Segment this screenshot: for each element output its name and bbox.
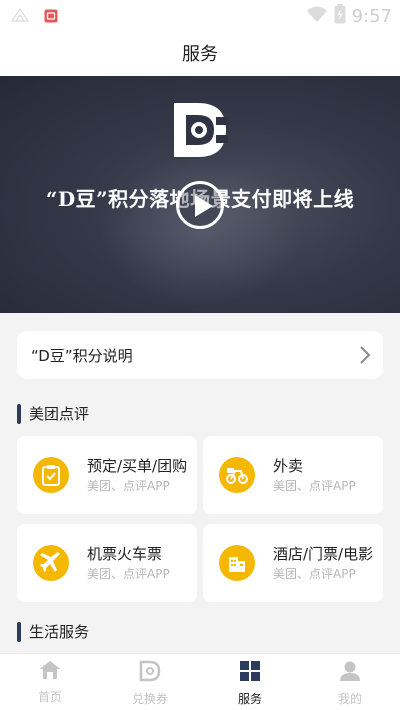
info-card-label: “D豆”积分说明 xyxy=(31,346,133,365)
section-title: 生活服务 xyxy=(29,623,90,641)
service-card-tickets[interactable]: 机票火车票 美团、点评APP xyxy=(17,524,197,602)
nav-item-services[interactable]: 服务 xyxy=(200,654,300,710)
app-notification-icon xyxy=(44,8,58,27)
status-right: 9:57 xyxy=(306,4,392,28)
nav-item-coupon[interactable]: 兑换券 xyxy=(100,654,200,710)
wifi-icon xyxy=(306,5,328,27)
service-card-hotel[interactable]: 酒店/门票/电影 美团、点评APP xyxy=(203,524,383,602)
section-title: 美团点评 xyxy=(29,405,90,423)
card-subtitle: 美团、点评APP xyxy=(273,567,356,581)
card-subtitle: 美团、点评APP xyxy=(87,479,170,493)
chevron-right-icon xyxy=(359,345,371,369)
bottom-nav: 首页 兑换券 服务 我的 xyxy=(0,653,400,710)
status-time: 9:57 xyxy=(351,5,392,27)
card-title: 外卖 xyxy=(273,457,304,475)
building-icon xyxy=(219,545,255,581)
grid-icon xyxy=(239,660,261,686)
d-bean-logo-icon xyxy=(172,101,228,163)
card-subtitle: 美团、点评APP xyxy=(87,567,170,581)
section-accent-bar xyxy=(17,403,21,424)
nav-item-profile[interactable]: 我的 xyxy=(300,654,400,710)
status-left xyxy=(10,7,58,27)
signal-icon xyxy=(10,7,30,27)
play-icon xyxy=(195,195,213,217)
section-header-life-services: 生活服务 xyxy=(17,621,89,642)
service-card-booking[interactable]: 预定/买单/团购 美团、点评APP xyxy=(17,436,197,514)
title-bar: 服务 xyxy=(0,30,400,76)
battery-charging-icon xyxy=(334,4,346,28)
nav-label: 服务 xyxy=(237,692,262,706)
nav-item-home[interactable]: 首页 xyxy=(0,654,100,710)
promo-banner[interactable]: “D豆”积分落地场景支付即将上线 xyxy=(0,76,400,313)
section-header-meituan: 美团点评 xyxy=(17,403,89,424)
nav-label: 兑换券 xyxy=(131,692,168,706)
status-bar: 9:57 xyxy=(0,0,400,30)
card-title: 预定/买单/团购 xyxy=(87,457,188,475)
banner-background-image xyxy=(100,156,300,306)
clipboard-check-icon xyxy=(33,457,69,493)
card-subtitle: 美团、点评APP xyxy=(273,479,356,493)
play-button[interactable] xyxy=(176,181,224,229)
nav-label: 首页 xyxy=(37,690,62,704)
page-title: 服务 xyxy=(182,44,218,65)
airplane-icon xyxy=(33,545,69,581)
card-title: 酒店/门票/电影 xyxy=(273,545,374,563)
service-card-takeout[interactable]: 外卖 美团、点评APP xyxy=(203,436,383,514)
coupon-icon xyxy=(139,660,161,686)
d-bean-points-info-card[interactable]: “D豆”积分说明 xyxy=(17,331,383,379)
delivery-scooter-icon xyxy=(219,457,255,493)
card-title: 机票火车票 xyxy=(87,545,163,563)
person-icon xyxy=(339,660,361,686)
section-accent-bar xyxy=(17,621,21,642)
home-icon xyxy=(39,660,61,684)
nav-label: 我的 xyxy=(337,692,362,706)
